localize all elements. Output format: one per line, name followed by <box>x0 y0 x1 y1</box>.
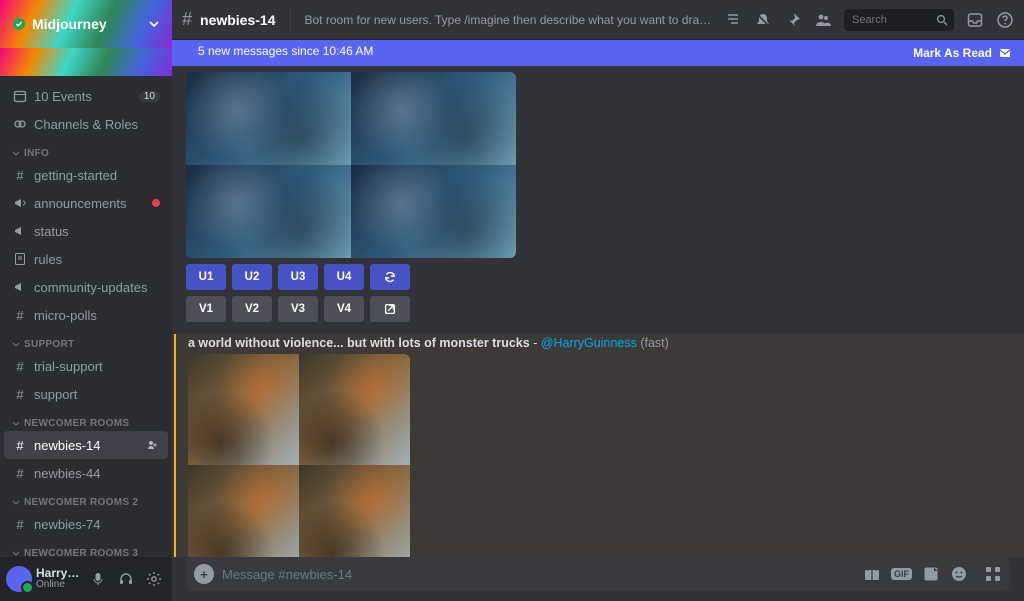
main-content: # newbies-14 Bot room for new users. Typ… <box>172 0 1024 601</box>
hash-icon: # <box>12 516 28 532</box>
chevron-down-icon <box>148 18 160 30</box>
sidebar-item-trial-support[interactable]: # trial-support <box>4 352 168 380</box>
create-invite-icon[interactable] <box>144 437 160 453</box>
megaphone-icon <box>12 223 28 239</box>
notification-dot <box>152 199 160 207</box>
category-info[interactable]: INFO <box>4 138 168 161</box>
message-prompt: a world without violence... but with lot… <box>188 336 1010 350</box>
hash-icon: # <box>12 386 28 402</box>
help-icon[interactable] <box>996 11 1014 29</box>
add-attachment-button[interactable]: + <box>194 564 214 584</box>
channel-header: # newbies-14 Bot room for new users. Typ… <box>172 0 1024 40</box>
upscale-u2-button[interactable]: U2 <box>232 264 272 290</box>
search-box[interactable] <box>844 9 954 31</box>
self-avatar[interactable] <box>6 566 32 592</box>
message-list[interactable]: U1 U2 U3 U4 V1 V2 V3 V4 a world without <box>172 66 1024 557</box>
gif-icon[interactable]: GIF <box>891 568 912 580</box>
reroll-button[interactable] <box>370 264 410 290</box>
deafen-button[interactable] <box>114 567 138 591</box>
sidebar-channels-roles[interactable]: Channels & Roles <box>4 110 168 138</box>
members-icon[interactable] <box>814 11 832 29</box>
upscale-u3-button[interactable]: U3 <box>278 264 318 290</box>
generated-image-grid[interactable] <box>188 354 410 557</box>
sidebar-item-newbies-14[interactable]: # newbies-14 <box>4 431 168 459</box>
sidebar-item-community-updates[interactable]: community-updates <box>4 273 168 301</box>
sidebar-item-support[interactable]: # support <box>4 380 168 408</box>
sticker-icon[interactable] <box>922 565 940 583</box>
variation-v2-button[interactable]: V2 <box>232 296 272 322</box>
new-messages-bar[interactable]: 5 new messages since 10:46 AM Mark As Re… <box>172 40 1024 66</box>
sidebar-item-status[interactable]: status <box>4 217 168 245</box>
notifications-icon[interactable] <box>754 11 772 29</box>
sidebar-item-rules[interactable]: rules <box>4 245 168 273</box>
message-mention: a world without violence... but with lot… <box>172 334 1024 557</box>
compose-box[interactable]: + Message #newbies-14 GIF <box>186 557 1010 591</box>
events-badge: 10 <box>139 91 160 102</box>
self-status: Online <box>36 580 82 591</box>
rules-icon <box>12 251 28 267</box>
category-newcomer-2[interactable]: NEWCOMER ROOMS 2 <box>4 487 168 510</box>
inbox-icon[interactable] <box>966 11 984 29</box>
variation-v4-button[interactable]: V4 <box>324 296 364 322</box>
browse-icon <box>12 116 28 132</box>
server-header[interactable]: Midjourney <box>0 0 172 48</box>
calendar-icon <box>12 88 28 104</box>
server-sidebar: Midjourney 10 Events 10 Channels & Roles… <box>0 0 172 601</box>
mark-as-read-button[interactable]: Mark As Read <box>913 46 1012 60</box>
events-label: 10 Events <box>34 89 133 104</box>
sidebar-item-getting-started[interactable]: # getting-started <box>4 161 168 189</box>
pinned-icon[interactable] <box>784 11 802 29</box>
channels-roles-label: Channels & Roles <box>34 117 160 132</box>
sidebar-events[interactable]: 10 Events 10 <box>4 82 168 110</box>
server-name: Midjourney <box>32 16 107 32</box>
sidebar-item-newbies-74[interactable]: # newbies-74 <box>4 510 168 538</box>
hash-icon: # <box>12 307 28 323</box>
verified-icon <box>12 17 26 31</box>
variation-v1-button[interactable]: V1 <box>186 296 226 322</box>
settings-button[interactable] <box>142 567 166 591</box>
upscale-u4-button[interactable]: U4 <box>324 264 364 290</box>
generated-image-grid[interactable] <box>186 72 516 258</box>
category-newcomer-3[interactable]: NEWCOMER ROOMS 3 <box>4 538 168 557</box>
hash-icon: # <box>12 465 28 481</box>
user-panel: HarryGuin... Online <box>0 557 172 601</box>
mark-read-icon <box>998 46 1012 60</box>
server-banner <box>0 48 172 76</box>
search-input[interactable] <box>850 13 936 27</box>
open-external-button[interactable] <box>370 296 410 322</box>
notice-text: 5 new messages since 10:46 AM <box>184 42 913 64</box>
sidebar-item-micro-polls[interactable]: # micro-polls <box>4 301 168 329</box>
search-icon <box>936 14 948 26</box>
message: U1 U2 U3 U4 V1 V2 V3 V4 <box>172 70 1024 334</box>
upscale-u1-button[interactable]: U1 <box>186 264 226 290</box>
apps-icon[interactable] <box>984 565 1002 583</box>
emoji-icon[interactable] <box>950 565 968 583</box>
megaphone-icon <box>12 195 28 211</box>
sidebar-item-announcements[interactable]: announcements <box>4 189 168 217</box>
mute-button[interactable] <box>86 567 110 591</box>
variation-v3-button[interactable]: V3 <box>278 296 318 322</box>
hash-icon: # <box>182 9 192 30</box>
channel-title: newbies-14 <box>200 12 275 28</box>
channel-topic[interactable]: Bot room for new users. Type /imagine th… <box>305 13 717 27</box>
gift-icon[interactable] <box>863 565 881 583</box>
compose-placeholder[interactable]: Message #newbies-14 <box>222 567 855 582</box>
megaphone-icon <box>12 279 28 295</box>
sidebar-item-newbies-44[interactable]: # newbies-44 <box>4 459 168 487</box>
hash-icon: # <box>12 437 28 453</box>
mention-user[interactable]: @HarryGuinness <box>541 336 637 350</box>
category-support[interactable]: SUPPORT <box>4 329 168 352</box>
hash-icon: # <box>12 167 28 183</box>
hash-icon: # <box>12 358 28 374</box>
category-newcomer[interactable]: NEWCOMER ROOMS <box>4 408 168 431</box>
message-composer: + Message #newbies-14 GIF <box>172 557 1024 601</box>
threads-icon[interactable] <box>724 11 742 29</box>
